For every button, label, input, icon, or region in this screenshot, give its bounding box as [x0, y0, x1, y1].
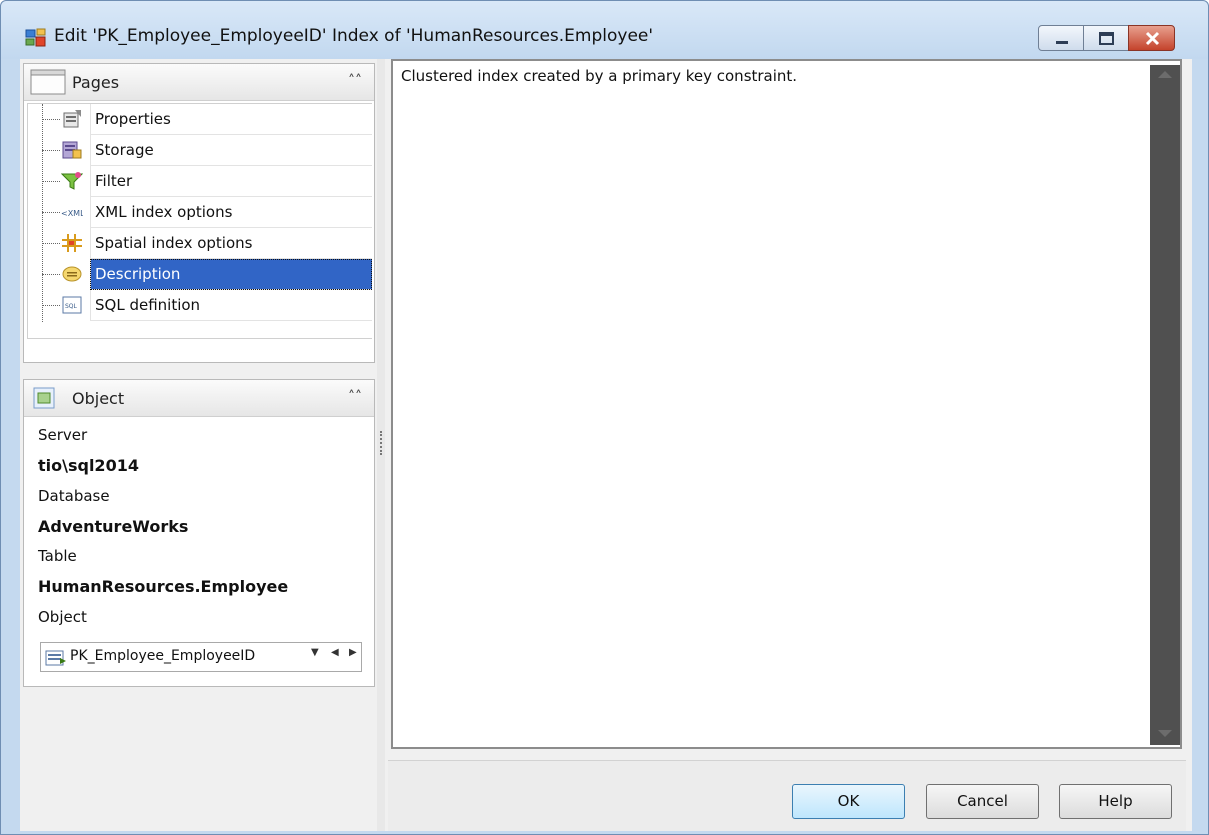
- collapse-chevron-icon[interactable]: ˄˄: [348, 389, 362, 405]
- page-item-label: Filter: [90, 166, 372, 197]
- xml-icon: <XML>: [61, 209, 83, 218]
- filter-icon: [61, 172, 83, 190]
- page-item-label: Description: [90, 259, 372, 290]
- table-label: Table: [38, 547, 77, 565]
- page-item-label: XML index options: [90, 197, 372, 228]
- page-item-properties[interactable]: Properties: [28, 104, 372, 135]
- cancel-button[interactable]: Cancel: [926, 784, 1039, 819]
- pages-panel-title: Pages: [72, 73, 120, 92]
- maximize-icon: [1099, 32, 1114, 45]
- database-label: Database: [38, 487, 110, 505]
- page-item-label: Spatial index options: [90, 228, 372, 259]
- pages-panel: Pages ˄˄ Properties Storage Filter <XML …: [23, 63, 375, 363]
- page-item-xml-index[interactable]: <XML> XML index options: [28, 197, 372, 228]
- pages-tree: Properties Storage Filter <XML XML index…: [27, 103, 372, 339]
- page-item-sql-definition[interactable]: SQL SQL definition: [28, 290, 372, 321]
- previous-object-icon[interactable]: ◀: [331, 647, 339, 658]
- svg-text:SQL: SQL: [65, 303, 78, 310]
- splitter-grip: [380, 431, 384, 455]
- storage-icon: [62, 141, 82, 159]
- properties-icon: [63, 110, 81, 128]
- object-panel-header[interactable]: Object ˄˄: [24, 380, 374, 417]
- page-item-description[interactable]: Description: [28, 259, 372, 290]
- page-item-label: SQL definition: [90, 290, 372, 321]
- page-item-filter[interactable]: Filter: [28, 166, 372, 197]
- spatial-grid-icon: [62, 234, 82, 252]
- pages-panel-header[interactable]: Pages ˄˄: [24, 64, 374, 101]
- object-label: Object: [38, 608, 87, 626]
- next-object-icon[interactable]: ▶: [349, 647, 357, 658]
- dialog-client-area: Pages ˄˄ Properties Storage Filter <XML …: [20, 59, 1192, 831]
- scroll-down-icon[interactable]: [1158, 730, 1172, 737]
- help-button[interactable]: Help: [1059, 784, 1172, 819]
- page-item-label: Storage: [90, 135, 372, 166]
- index-edit-icon: [25, 28, 46, 47]
- scroll-up-icon[interactable]: [1158, 71, 1172, 78]
- table-value: HumanResources.Employee: [38, 577, 289, 596]
- minimize-icon: [1056, 41, 1068, 44]
- collapse-chevron-icon[interactable]: ˄˄: [348, 73, 362, 89]
- index-icon: [45, 650, 66, 666]
- close-icon: [1145, 31, 1160, 46]
- server-label: Server: [38, 426, 88, 444]
- page-item-spatial-index[interactable]: Spatial index options: [28, 228, 372, 259]
- minimize-button[interactable]: [1038, 25, 1084, 51]
- dropdown-arrow-icon[interactable]: ▼: [311, 647, 319, 658]
- vertical-scrollbar[interactable]: [1150, 65, 1180, 745]
- description-text: Clustered index created by a primary key…: [401, 67, 798, 85]
- sql-icon: SQL: [62, 296, 82, 314]
- panel-splitter[interactable]: [377, 59, 385, 831]
- database-value: AdventureWorks: [38, 517, 189, 536]
- object-panel: Object ˄˄ Server tio\sql2014 Database Ad…: [23, 379, 375, 687]
- description-editor[interactable]: Clustered index created by a primary key…: [391, 59, 1182, 749]
- close-button[interactable]: [1128, 25, 1175, 51]
- server-value: tio\sql2014: [38, 456, 139, 475]
- svg-text:<XML>: <XML>: [61, 209, 83, 218]
- window-title: Edit 'PK_Employee_EmployeeID' Index of '…: [54, 26, 654, 46]
- object-icon: [33, 387, 55, 409]
- page-item-label: Properties: [90, 104, 372, 135]
- title-bar[interactable]: Edit 'PK_Employee_EmployeeID' Index of '…: [1, 1, 1208, 59]
- button-bar: OK Cancel Help: [388, 760, 1186, 831]
- maximize-button[interactable]: [1083, 25, 1129, 51]
- description-icon: [62, 266, 82, 282]
- object-select[interactable]: PK_Employee_EmployeeID ▼ ◀ ▶: [40, 642, 362, 672]
- page-item-storage[interactable]: Storage: [28, 135, 372, 166]
- dialog-window: Edit 'PK_Employee_EmployeeID' Index of '…: [0, 0, 1209, 835]
- object-select-value: PK_Employee_EmployeeID: [70, 648, 256, 664]
- ok-button[interactable]: OK: [792, 784, 905, 819]
- object-panel-title: Object: [72, 389, 125, 408]
- pages-icon: [30, 69, 66, 95]
